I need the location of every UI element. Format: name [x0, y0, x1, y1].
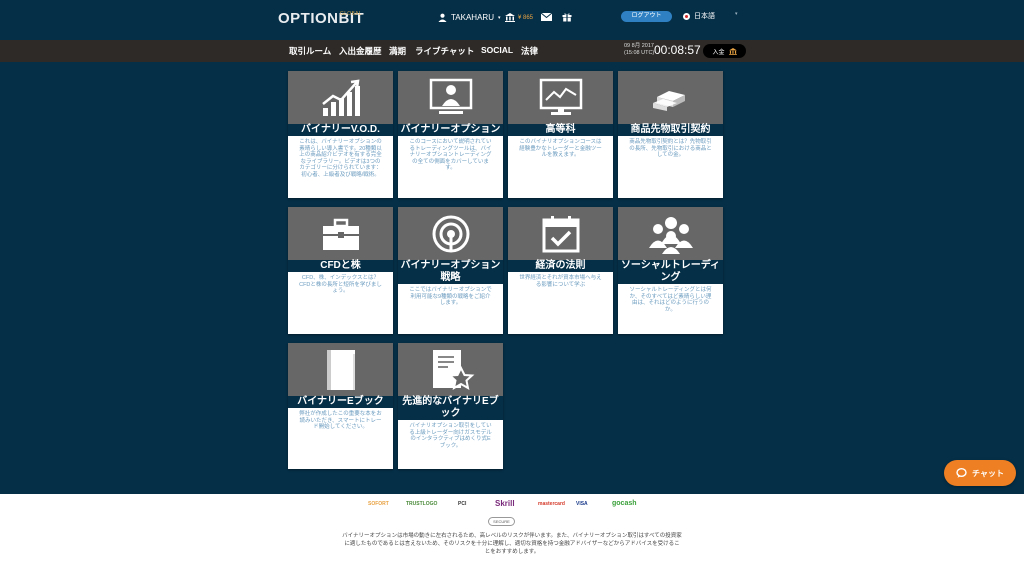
- balance-value: ¥ 865: [518, 14, 534, 21]
- card-desc: 世界経済とそれが資本市場へ与える影響について学ぶ: [519, 275, 602, 288]
- course-card-advanced-ebook[interactable]: 先進的なバイナリEブック バイナリオプション取引をしている上級トレーダー向けガス…: [398, 343, 503, 469]
- presenter-icon: [429, 78, 472, 114]
- footer: SOFORT TRUSTLOGO PCI Skrill mastercard V…: [0, 494, 1024, 566]
- logo-sub: GLOBAL: [340, 11, 362, 17]
- course-card-binary-ebook[interactable]: バイナリーEブック 弊社が作成したこの重要な本をお読みいただき、スマートにトレー…: [288, 343, 393, 469]
- course-card-binary-strategy[interactable]: バイナリーオプション戦略 ここではバイナリーオプションで利用可能な9種類の戦略を…: [398, 207, 503, 334]
- monitor-chart-icon: [539, 78, 582, 115]
- top-bar: OPTIONBIT GLOBAL TAKAHARU ▾ ¥ 865 ログアウト …: [0, 0, 1024, 40]
- language-label: 日本語: [694, 13, 715, 20]
- risk-disclaimer: バイナリーオプションは市場の動きに左右されるため、高レベルのリスクが伴います。ま…: [342, 533, 682, 555]
- people-group-icon: [648, 216, 693, 254]
- chat-label: チャット: [972, 468, 1004, 478]
- card-title: ソーシャルトレーディング: [618, 260, 723, 284]
- course-card-economy-law[interactable]: 経済の法則 世界経済とそれが資本市場へ与える影響について学ぶ: [508, 207, 613, 334]
- payment-logo: mastercard: [538, 501, 565, 507]
- bank-icon: [505, 13, 515, 22]
- payment-logo: SOFORT: [368, 501, 389, 507]
- course-card-binary-option[interactable]: バイナリーオプション このコースにおいて説明されているトレーディングツールは、バ…: [398, 71, 503, 198]
- card-desc: 弊社が作成したこの重要な本をお読みいただき、スマートにトレード開始してください。: [299, 411, 382, 430]
- card-desc: ソーシャルトレーディングとは何か、そのすべてはど素晴らしい理由は、それはどのよう…: [629, 287, 712, 313]
- card-title: 経済の法則: [508, 260, 613, 272]
- card-title: 高等科: [508, 124, 613, 136]
- calendar-check-icon: [542, 215, 579, 252]
- course-card-commodity-futures[interactable]: 商品先物取引契約 商品先物取引契約とは？先物取引の長所、先物取引における商品とし…: [618, 71, 723, 198]
- nav-social[interactable]: SOCIAL: [481, 45, 513, 55]
- nav-trading-room[interactable]: 取引ルーム: [289, 45, 331, 57]
- deposit-label: 入金: [712, 49, 725, 56]
- payment-logo: TRUSTLOGO: [406, 501, 438, 507]
- mail-icon[interactable]: [541, 13, 552, 21]
- card-title: バイナリーオプション戦略: [398, 260, 503, 284]
- card-desc: CFD、株、インデックスとは？ CFDと株の長所と短所を学びましょう。: [299, 275, 382, 294]
- course-card-cfd-stocks[interactable]: CFDと株 CFD、株、インデックスとは？ CFDと株の長所と短所を学びましょう…: [288, 207, 393, 334]
- chat-button[interactable]: チャット: [944, 460, 1016, 486]
- security-seal: SECURE: [488, 517, 515, 526]
- japan-flag-icon: [683, 12, 690, 20]
- language-selector[interactable]: 日本語: [683, 11, 715, 21]
- nav-expiry[interactable]: 満期: [389, 45, 406, 57]
- card-title: 商品先物取引契約: [618, 124, 723, 136]
- nav-live-chat[interactable]: ライブチャット: [415, 45, 474, 57]
- user-menu[interactable]: TAKAHARU ▾: [438, 13, 500, 22]
- card-title: CFDと株: [288, 260, 393, 272]
- card-desc: このバイナリオプションコースは経験豊かなトレーダーと金融ツールを教えます。: [519, 139, 602, 158]
- language-caret-icon[interactable]: ▾: [735, 11, 738, 17]
- course-card-binary-vod[interactable]: バイナリーV.O.D. これは、バイナリーオプションの素晴らしい導入書です。20…: [288, 71, 393, 198]
- course-card-social-trading[interactable]: ソーシャルトレーディング ソーシャルトレーディングとは何か、そのすべてはど素晴ら…: [618, 207, 723, 334]
- payment-logo: gocash: [612, 500, 637, 507]
- card-title: 先進的なバイナリEブック: [398, 396, 503, 420]
- book-star-icon: [432, 349, 474, 390]
- chat-bubble-icon: [956, 468, 967, 478]
- user-icon: [438, 13, 447, 22]
- nav-bar: 取引ルーム 入出金履歴 満期 ライブチャット SOCIAL 法律 09 8月 2…: [0, 40, 1024, 62]
- bank-icon: [728, 47, 737, 55]
- card-desc: ここではバイナリーオプションで利用可能な9種類の戦略をご紹介します。: [409, 287, 492, 306]
- card-desc: これは、バイナリーオプションの素晴らしい導入書です。20種類以上の商品紹介ビデオ…: [299, 139, 382, 178]
- server-date: 09 8月 2017 (15:08 UTC): [624, 43, 655, 56]
- payment-logo: PCI: [458, 501, 467, 507]
- user-caret-icon: ▾: [497, 14, 501, 21]
- course-card-advanced[interactable]: 高等科 このバイナリオプションコースは経験豊かなトレーダーと金融ツールを教えます…: [508, 71, 613, 198]
- card-desc: バイナリオプション取引をしている上級トレーダー向けガスモデルのインタラクティブは…: [409, 423, 492, 449]
- gift-icon[interactable]: [562, 12, 572, 22]
- nav-deposit-history[interactable]: 入出金履歴: [339, 45, 382, 57]
- gold-bars-icon: [652, 90, 685, 111]
- bar-chart-icon: [321, 79, 360, 116]
- card-title: バイナリーV.O.D.: [288, 124, 393, 136]
- card-title: バイナリーEブック: [288, 396, 393, 408]
- balance[interactable]: ¥ 865: [505, 13, 533, 22]
- target-pin-icon: [432, 215, 469, 252]
- server-clock: 00:08:57: [654, 43, 701, 57]
- nav-legal[interactable]: 法律: [521, 45, 538, 57]
- logout-button[interactable]: ログアウト: [621, 11, 672, 22]
- username: TAKAHARU: [451, 13, 494, 22]
- deposit-button[interactable]: 入金: [703, 44, 746, 58]
- briefcase-icon: [322, 218, 359, 250]
- book-icon: [326, 349, 355, 390]
- payment-logo: VISA: [576, 501, 588, 507]
- card-title: バイナリーオプション: [398, 124, 503, 136]
- payment-logo: Skrill: [495, 499, 515, 508]
- card-desc: このコースにおいて説明されているトレーディングツールは、バイナリーオプショントレ…: [409, 139, 492, 171]
- card-desc: 商品先物取引契約とは？先物取引の長所、先物取引における商品としての金。: [629, 139, 712, 158]
